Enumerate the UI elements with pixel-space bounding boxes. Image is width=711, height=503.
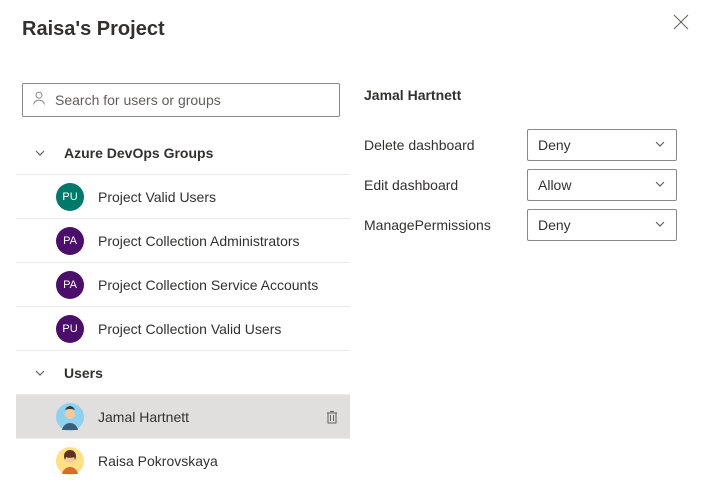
group-avatar: PA	[56, 271, 84, 299]
group-avatar: PA	[56, 227, 84, 255]
permission-row: Edit dashboard Allow	[364, 165, 677, 205]
right-panel: Jamal Hartnett Delete dashboard Deny Edi…	[350, 83, 711, 483]
page-title: Raisa's Project	[0, 0, 711, 41]
delete-icon[interactable]	[324, 409, 340, 425]
user-name: Raisa Pokrovskaya	[98, 453, 340, 469]
group-avatar: PU	[56, 315, 84, 343]
person-icon	[31, 90, 47, 111]
section-label: Users	[64, 365, 103, 381]
permission-select[interactable]: Deny	[527, 209, 677, 241]
permission-label: Delete dashboard	[364, 137, 527, 153]
permission-value: Deny	[538, 217, 571, 233]
search-input[interactable]	[55, 92, 331, 108]
group-row[interactable]: PA Project Collection Service Accounts	[16, 263, 350, 307]
group-row[interactable]: PU Project Collection Valid Users	[16, 307, 350, 351]
group-name: Project Collection Administrators	[98, 233, 340, 249]
user-name: Jamal Hartnett	[98, 409, 324, 425]
permission-label: Edit dashboard	[364, 177, 527, 193]
group-name: Project Valid Users	[98, 189, 340, 205]
permission-select[interactable]: Deny	[527, 129, 677, 161]
user-avatar	[56, 403, 84, 431]
permission-row: ManagePermissions Deny	[364, 205, 677, 245]
group-avatar: PU	[56, 183, 84, 211]
permission-row: Delete dashboard Deny	[364, 125, 677, 165]
chevron-down-icon	[654, 137, 666, 153]
close-button[interactable]	[673, 14, 693, 34]
group-name: Project Collection Valid Users	[98, 321, 340, 337]
user-avatar	[56, 447, 84, 475]
section-header-users[interactable]: Users	[16, 351, 350, 395]
user-row[interactable]: Jamal Hartnett	[16, 395, 350, 439]
group-name: Project Collection Service Accounts	[98, 277, 340, 293]
selected-user-name: Jamal Hartnett	[364, 83, 677, 103]
group-row[interactable]: PU Project Valid Users	[16, 175, 350, 219]
permission-label: ManagePermissions	[364, 217, 527, 233]
search-input-wrapper[interactable]	[22, 83, 340, 117]
section-header-groups[interactable]: Azure DevOps Groups	[16, 131, 350, 175]
section-label: Azure DevOps Groups	[64, 145, 213, 161]
chevron-down-icon	[654, 217, 666, 233]
chevron-down-icon	[34, 147, 46, 159]
chevron-down-icon	[34, 367, 46, 379]
permission-value: Allow	[538, 177, 571, 193]
permission-select[interactable]: Allow	[527, 169, 677, 201]
user-row[interactable]: Raisa Pokrovskaya	[16, 439, 350, 483]
permission-value: Deny	[538, 137, 571, 153]
group-row[interactable]: PA Project Collection Administrators	[16, 219, 350, 263]
left-panel: Azure DevOps Groups PU Project Valid Use…	[0, 83, 350, 483]
chevron-down-icon	[654, 177, 666, 193]
